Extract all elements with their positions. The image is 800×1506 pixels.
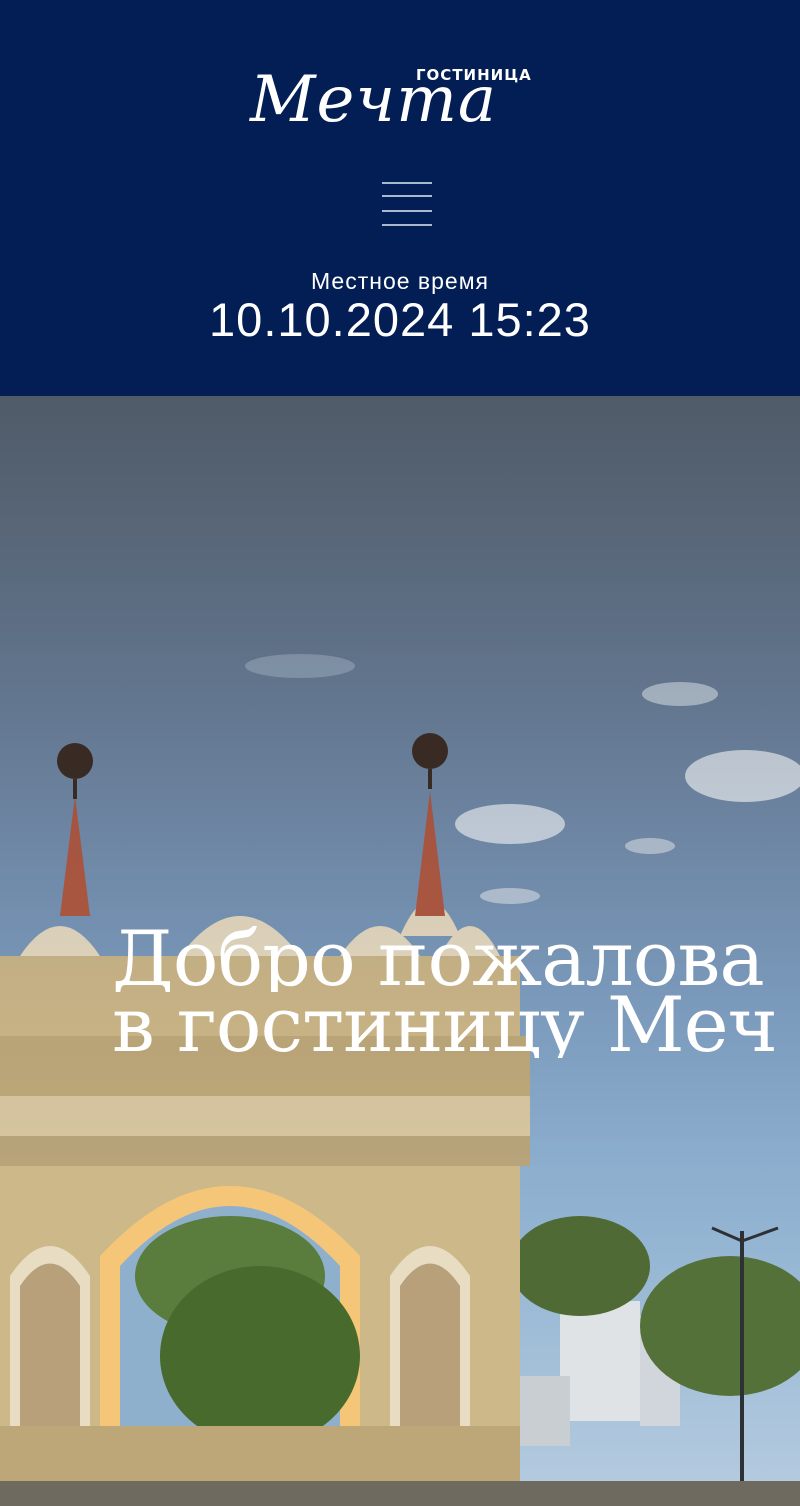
menu-line	[382, 195, 432, 197]
menu-line	[382, 224, 432, 226]
hotel-logo[interactable]: ГОСТИНИЦА Мечта	[248, 62, 560, 142]
site-header: ГОСТИНИЦА Мечта Местное время 10.10.2024…	[0, 0, 800, 396]
menu-line	[382, 210, 432, 212]
welcome-heading: Добро пожалова в гостиницу Меч	[112, 926, 800, 1058]
hero-banner: Добро пожалова в гостиницу Меч	[0, 396, 800, 1506]
logo-script-text: Мечта	[250, 63, 498, 137]
local-time-label: Местное время	[311, 268, 489, 294]
local-time-value: 10.10.2024 15:23	[209, 293, 591, 346]
hamburger-menu-icon[interactable]	[380, 180, 434, 230]
welcome-line-1: Добро пожалова	[112, 926, 765, 992]
welcome-line-2: в гостиницу Меч	[112, 992, 778, 1058]
menu-line	[382, 182, 432, 184]
